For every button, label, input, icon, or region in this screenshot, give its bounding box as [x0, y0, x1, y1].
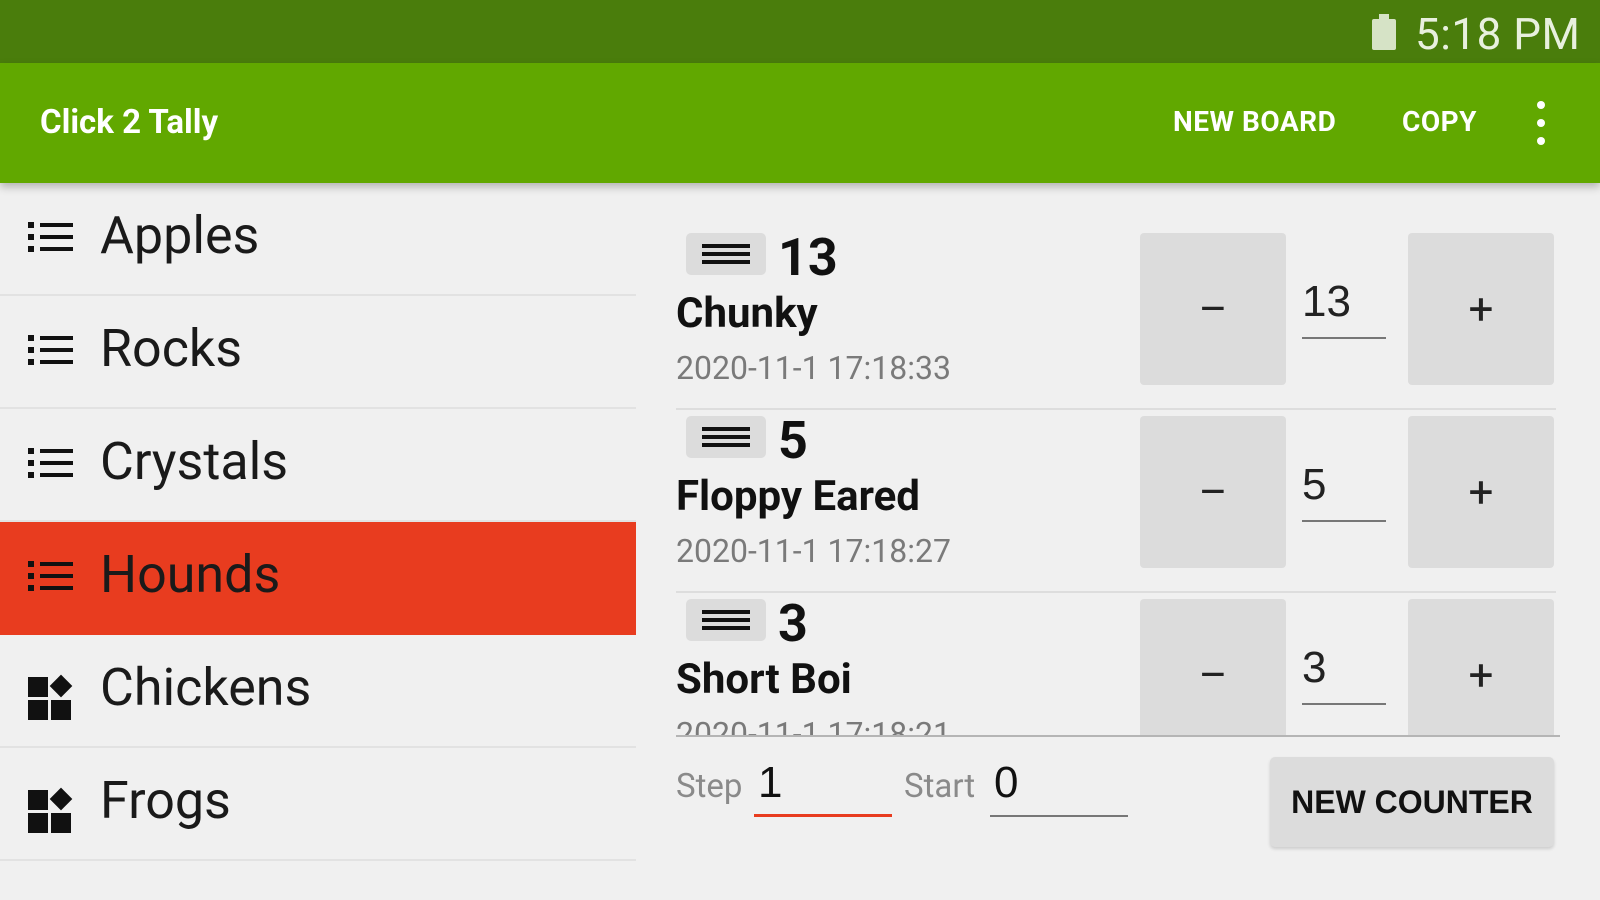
counter-item: 5 Floppy Eared 2020-11-1 17:18:27 – + [636, 410, 1600, 593]
sidebar-item-chickens[interactable]: Chickens [0, 635, 636, 748]
counter-name: Floppy Eared [676, 472, 920, 521]
sidebar-item-label: Hounds [100, 544, 281, 605]
start-label: Start [904, 767, 976, 806]
drag-handle-icon[interactable] [686, 416, 766, 458]
increment-button[interactable]: + [1408, 599, 1554, 735]
new-board-button[interactable]: NEW BOARD [1173, 105, 1336, 138]
drag-handle-icon[interactable] [686, 233, 766, 275]
divider [0, 859, 636, 861]
sidebar-item-label: Frogs [100, 770, 231, 831]
decrement-button[interactable]: – [1140, 233, 1286, 385]
sidebar-item-frogs[interactable]: Frogs [0, 748, 636, 861]
decrement-button[interactable]: – [1140, 416, 1286, 568]
decrement-button[interactable]: – [1140, 599, 1286, 735]
increment-button[interactable]: + [1408, 233, 1554, 385]
sidebar-item-hounds[interactable]: Hounds [0, 522, 636, 635]
counter-timestamp: 2020-11-1 17:18:33 [676, 349, 951, 387]
counter-item: 3 Short Boi 2020-11-1 17:18:21 – + [636, 593, 1600, 735]
counter-name: Short Boi [676, 655, 852, 704]
sidebar-item-label: Chickens [100, 657, 312, 718]
counter-total: 5 [778, 410, 808, 471]
copy-button[interactable]: COPY [1402, 105, 1477, 138]
counter-timestamp: 2020-11-1 17:18:27 [676, 532, 951, 570]
counter-value-field[interactable] [1302, 267, 1386, 339]
board-list-sidebar: Apples Rocks Crystals Hounds Chickens Fr… [0, 183, 636, 900]
list-bottom-divider [676, 735, 1560, 737]
drag-handle-icon[interactable] [686, 599, 766, 641]
increment-button[interactable]: + [1408, 416, 1554, 568]
status-bar: 5:18 PM [0, 0, 1600, 63]
counter-name: Chunky [676, 289, 818, 338]
app-title: Click 2 Tally [40, 103, 219, 142]
counter-panel: 13 Chunky 2020-11-1 17:18:33 – + 5 Flopp… [636, 183, 1600, 900]
counter-item: 13 Chunky 2020-11-1 17:18:33 – + [636, 227, 1600, 410]
step-label: Step [676, 767, 743, 806]
list-icon [28, 220, 74, 256]
list-icon [28, 446, 74, 482]
battery-icon [1372, 14, 1396, 50]
counter-total: 13 [778, 227, 838, 288]
sidebar-item-rocks[interactable]: Rocks [0, 296, 636, 409]
counter-timestamp: 2020-11-1 17:18:21 [676, 715, 951, 735]
list-icon [28, 559, 74, 595]
more-options-icon[interactable] [1532, 101, 1548, 145]
counter-value-field[interactable] [1302, 633, 1386, 705]
app-bar: Click 2 Tally NEW BOARD COPY [0, 63, 1600, 183]
dashboard-icon [28, 674, 74, 720]
sidebar-item-apples[interactable]: Apples [0, 183, 636, 296]
counter-total: 3 [778, 593, 808, 654]
step-field[interactable] [754, 751, 892, 817]
sidebar-item-label: Crystals [100, 431, 289, 492]
sidebar-item-label: Rocks [100, 318, 243, 379]
counter-value-field[interactable] [1302, 450, 1386, 522]
status-time: 5:18 PM [1415, 8, 1581, 60]
sidebar-item-label: Apples [100, 205, 260, 266]
start-field[interactable] [990, 751, 1128, 817]
new-counter-button[interactable]: NEW COUNTER [1270, 757, 1554, 847]
list-icon [28, 333, 74, 369]
sidebar-item-crystals[interactable]: Crystals [0, 409, 636, 522]
counter-list[interactable]: 13 Chunky 2020-11-1 17:18:33 – + 5 Flopp… [636, 227, 1600, 735]
dashboard-icon [28, 787, 74, 833]
